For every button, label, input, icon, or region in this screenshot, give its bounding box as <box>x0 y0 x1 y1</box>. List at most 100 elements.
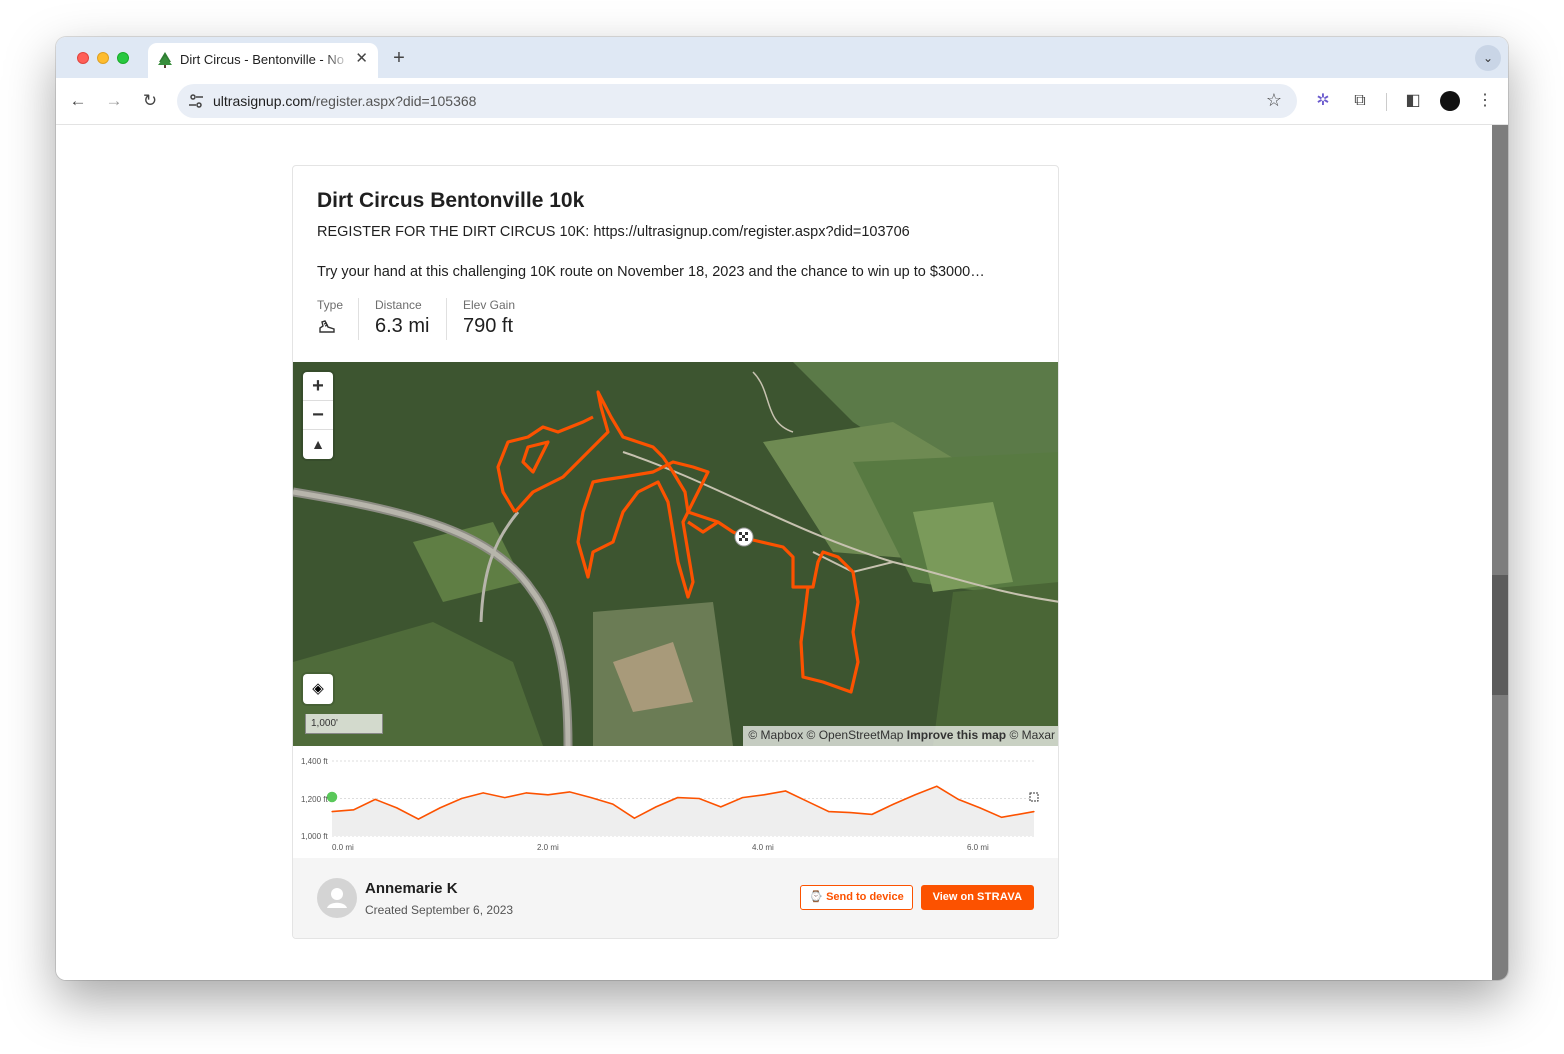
elevation-point <box>828 811 830 813</box>
scrollbar-thumb[interactable] <box>1492 575 1508 695</box>
url-domain: ultrasignup.com <box>213 93 312 109</box>
bookmark-star-icon[interactable]: ☆ <box>1266 90 1282 111</box>
x-tick-label: 0.0 mi <box>332 843 354 852</box>
toolbar-divider <box>1386 93 1387 111</box>
elevation-point <box>720 806 722 808</box>
elevation-point <box>677 796 679 799</box>
back-icon[interactable]: ← <box>67 90 89 112</box>
route-map[interactable]: + − ▲ ◈ 1,000' © Mapbox © OpenStreetMap … <box>293 362 1058 746</box>
extension-gear-icon[interactable]: ✲ <box>1312 90 1334 112</box>
send-to-device-label: Send to device <box>826 891 904 903</box>
avatar[interactable] <box>317 878 357 918</box>
elevation-point <box>849 811 852 814</box>
sidebar-icon[interactable]: ◧ <box>1402 90 1424 112</box>
maximize-window-button[interactable] <box>117 52 129 64</box>
elevation-point <box>482 792 484 794</box>
elevation-point <box>504 796 506 799</box>
attrib-mapbox-link[interactable]: © Mapbox © OpenStreetMap <box>748 728 903 742</box>
elevation-point <box>417 818 419 820</box>
elevation-point <box>374 798 376 801</box>
view-on-strava-button[interactable]: View on STRAVA <box>921 885 1034 910</box>
run-shoe-icon <box>319 320 335 333</box>
elevation-point <box>525 792 527 794</box>
elevation-point <box>741 796 743 799</box>
page-scrollbar[interactable] <box>1492 125 1508 980</box>
minimize-window-button[interactable] <box>97 52 109 64</box>
browser-toolbar: ← → ↻ ultrasignup.com/register.aspx?did=… <box>56 78 1508 125</box>
stat-elev-value: 790 ft <box>463 315 514 337</box>
tree-favicon-icon <box>158 52 172 68</box>
stat-elev-label: Elev Gain <box>463 298 516 312</box>
elevation-chart <box>325 760 1039 837</box>
page-viewport: Dirt Circus Bentonville 10k REGISTER FOR… <box>56 125 1492 980</box>
url-text[interactable]: ultrasignup.com/register.aspx?did=105368 <box>213 93 476 109</box>
reload-icon[interactable]: ↻ <box>139 90 161 112</box>
active-tab[interactable]: Dirt Circus - Bentonville - No ✕ <box>148 43 378 78</box>
elevation-point <box>979 807 981 809</box>
tab-search-button[interactable]: ⌄ <box>1475 45 1501 71</box>
elevation-point <box>655 806 657 808</box>
map-zoom-controls: + − ▲ <box>303 372 333 459</box>
y-tick-label: 1,400 ft <box>301 757 328 766</box>
new-tab-button[interactable]: + <box>387 47 411 71</box>
finish-marker <box>1029 792 1039 802</box>
elevation-point <box>461 797 463 800</box>
stat-type: Type <box>317 298 343 341</box>
elevation-profile[interactable]: 1,400 ft 1,200 ft 1,000 ft 0.0 mi 2.0 mi… <box>293 746 1058 858</box>
compass-icon[interactable]: ▲ <box>303 430 333 459</box>
elevation-point <box>914 794 916 796</box>
strava-logo: STRAVA <box>977 891 1023 903</box>
route-footer: Annemarie K Created September 6, 2023 ⌚ … <box>293 858 1058 938</box>
elevation-point <box>353 809 355 811</box>
elevation-point <box>439 807 441 809</box>
tab-bar: Dirt Circus - Bentonville - No ✕ + ⌄ <box>56 37 1508 78</box>
route-description: Try your hand at this challenging 10K ro… <box>317 264 985 280</box>
stat-divider <box>358 298 359 340</box>
satellite-imagery <box>293 362 1058 746</box>
elevation-point <box>893 803 895 805</box>
zoom-in-button[interactable]: + <box>303 372 333 401</box>
elevation-point <box>331 811 333 813</box>
elevation-point <box>936 785 938 787</box>
site-settings-icon[interactable] <box>188 93 204 109</box>
elevation-point <box>633 817 635 819</box>
attrib-maxar-link[interactable]: © Maxar <box>1009 728 1055 742</box>
created-date: Created September 6, 2023 <box>365 903 514 917</box>
elevation-point <box>957 798 960 801</box>
close-window-button[interactable] <box>77 52 89 64</box>
profile-avatar[interactable] <box>1440 91 1460 111</box>
elevation-point <box>590 796 592 799</box>
route-title[interactable]: Dirt Circus Bentonville 10k <box>317 189 584 213</box>
elevation-point <box>1033 811 1035 813</box>
forward-icon[interactable]: → <box>103 90 125 112</box>
watch-icon: ⌚ <box>809 891 823 903</box>
address-bar[interactable]: ultrasignup.com/register.aspx?did=105368… <box>177 84 1297 118</box>
x-tick-label: 2.0 mi <box>537 843 559 852</box>
more-menu-icon[interactable]: ⋮ <box>1474 90 1496 112</box>
y-tick-label: 1,200 ft <box>301 795 328 804</box>
elevation-point <box>612 803 614 805</box>
stat-distance-label: Distance <box>375 298 422 312</box>
elevation-point <box>698 797 700 800</box>
user-placeholder-icon <box>327 888 347 908</box>
elevation-point <box>547 794 549 796</box>
elevation-point <box>871 813 873 816</box>
stat-distance: Distance 6.3 mi <box>375 298 429 338</box>
tab-title: Dirt Circus - Bentonville - No <box>180 52 344 67</box>
author-name[interactable]: Annemarie K <box>365 880 458 897</box>
browser-window: Dirt Circus - Bentonville - No ✕ + ⌄ ← →… <box>56 37 1508 980</box>
elevation-point <box>806 800 808 802</box>
improve-map-link[interactable]: Improve this map <box>907 728 1006 742</box>
elevation-point <box>569 791 571 793</box>
x-tick-label: 6.0 mi <box>967 843 989 852</box>
map-attribution: © Mapbox © OpenStreetMap Improve this ma… <box>743 726 1058 746</box>
tab-close-icon[interactable]: ✕ <box>355 51 368 67</box>
send-to-device-button[interactable]: ⌚ Send to device <box>800 885 913 910</box>
layers-icon[interactable]: ◈ <box>303 674 333 704</box>
map-scale: 1,000' <box>305 714 383 734</box>
strava-view-label: View on <box>932 891 974 903</box>
elevation-point <box>763 794 765 796</box>
x-tick-label: 4.0 mi <box>752 843 774 852</box>
zoom-out-button[interactable]: − <box>303 401 333 430</box>
extension-puzzle-icon[interactable]: ⧉ <box>1349 90 1371 112</box>
